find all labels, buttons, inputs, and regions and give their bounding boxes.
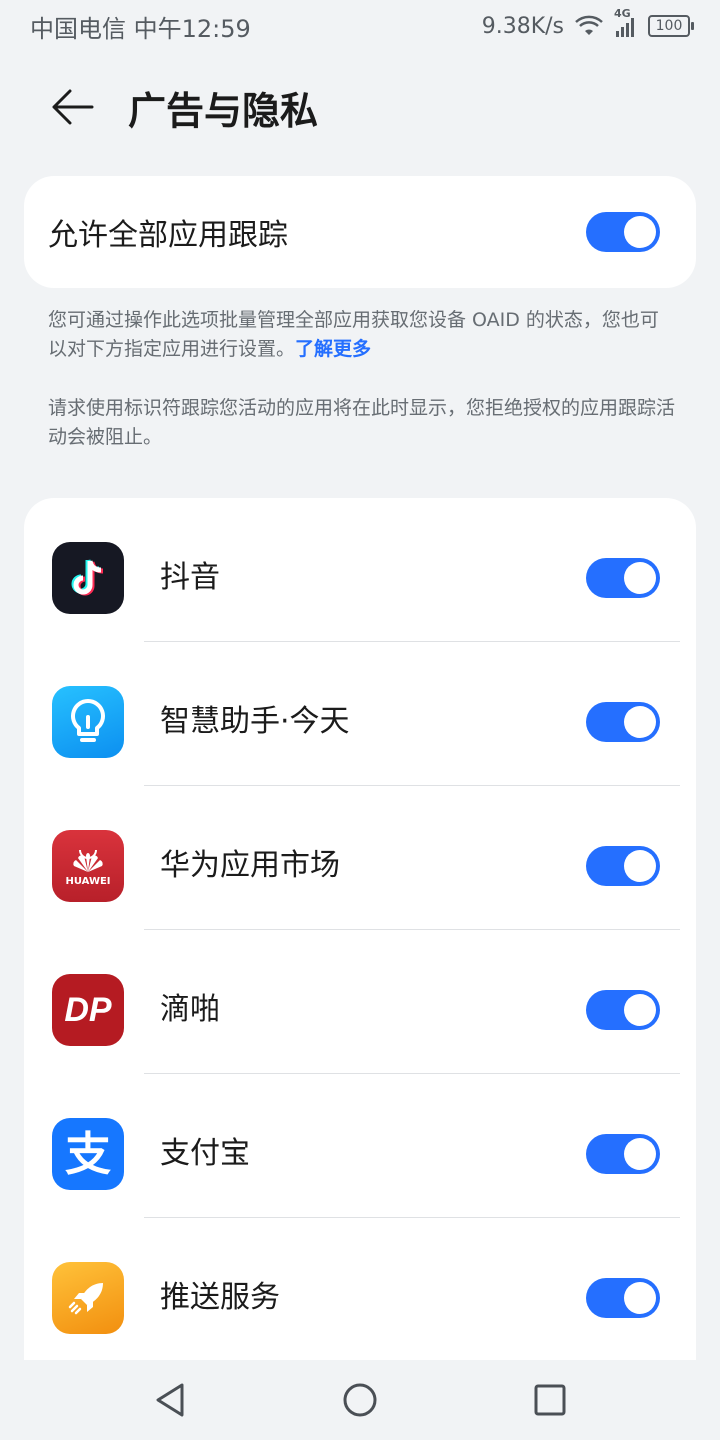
app-row-alipay[interactable]: 支 支付宝 — [24, 1074, 696, 1218]
app-row-huawei-appgallery[interactable]: HUAWEI 华为应用市场 — [24, 786, 696, 930]
app-name: 智慧助手·今天 — [160, 704, 350, 739]
battery-icon: 100 — [648, 15, 694, 37]
status-bar: 中国电信 中午12:59 9.38K/s 4G 100 — [0, 0, 720, 52]
app-name: 推送服务 — [160, 1280, 280, 1315]
learn-more-link[interactable]: 了解更多 — [295, 338, 371, 360]
huawei-logo-text: HUAWEI — [65, 875, 111, 887]
wifi-icon — [574, 15, 604, 37]
nav-home-button[interactable] — [320, 1360, 400, 1440]
app-row-dipa[interactable]: DP 滴啪 — [24, 930, 696, 1074]
oaid-description: 您可通过操作此选项批量管理全部应用获取您设备 OAID 的状态，您也可以对下方指… — [48, 306, 676, 364]
triangle-back-icon — [156, 1383, 184, 1417]
dp-logo-text: DP — [64, 990, 112, 1029]
app-row-douyin[interactable]: 抖音 — [24, 498, 696, 642]
allow-all-tracking-label: 允许全部应用跟踪 — [48, 218, 288, 253]
battery-level: 100 — [655, 18, 683, 34]
square-recent-icon — [534, 1384, 566, 1416]
nav-back-button[interactable] — [130, 1360, 210, 1440]
network-type-label: 4G — [614, 7, 631, 20]
network-speed: 9.38K/s — [481, 13, 564, 39]
douyin-icon — [52, 542, 124, 614]
nav-recent-button[interactable] — [510, 1360, 590, 1440]
rocket-icon — [52, 1262, 124, 1334]
back-button[interactable] — [36, 71, 108, 143]
app-name: 抖音 — [160, 560, 220, 595]
app-row-push-service[interactable]: 推送服务 — [24, 1218, 696, 1360]
alipay-icon: 支 — [52, 1118, 124, 1190]
dp-icon: DP — [52, 974, 124, 1046]
app-list: 抖音 智慧助手·今天 HUAWEI 华为应用市场 DP 滴啪 支 支付宝 推送服… — [24, 498, 696, 1360]
allow-all-tracking-row[interactable]: 允许全部应用跟踪 — [24, 176, 696, 288]
app-toggle-smart-assistant[interactable] — [586, 702, 660, 742]
app-row-smart-assistant[interactable]: 智慧助手·今天 — [24, 642, 696, 786]
app-name: 华为应用市场 — [160, 848, 340, 883]
circle-home-icon — [343, 1383, 377, 1417]
app-toggle-huawei-appgallery[interactable] — [586, 846, 660, 886]
title-bar: 广告与隐私 — [0, 62, 720, 152]
back-arrow-icon — [52, 89, 94, 125]
tracking-description: 请求使用标识符跟踪您活动的应用将在此时显示，您拒绝授权的应用跟踪活动会被阻止。 — [48, 397, 676, 448]
app-name: 滴啪 — [160, 992, 220, 1027]
signal-icon: 4G — [614, 7, 638, 37]
page-title: 广告与隐私 — [128, 88, 319, 133]
carrier-time: 中国电信 中午12:59 — [30, 14, 251, 43]
app-name: 支付宝 — [160, 1136, 250, 1171]
huawei-appgallery-icon: HUAWEI — [52, 830, 124, 902]
navigation-bar — [0, 1360, 720, 1440]
app-toggle-douyin[interactable] — [586, 558, 660, 598]
app-toggle-dipa[interactable] — [586, 990, 660, 1030]
app-toggle-push-service[interactable] — [586, 1278, 660, 1318]
app-toggle-alipay[interactable] — [586, 1134, 660, 1174]
lightbulb-icon — [52, 686, 124, 758]
alipay-logo-text: 支 — [65, 1127, 111, 1181]
allow-all-tracking-toggle[interactable] — [586, 212, 660, 252]
